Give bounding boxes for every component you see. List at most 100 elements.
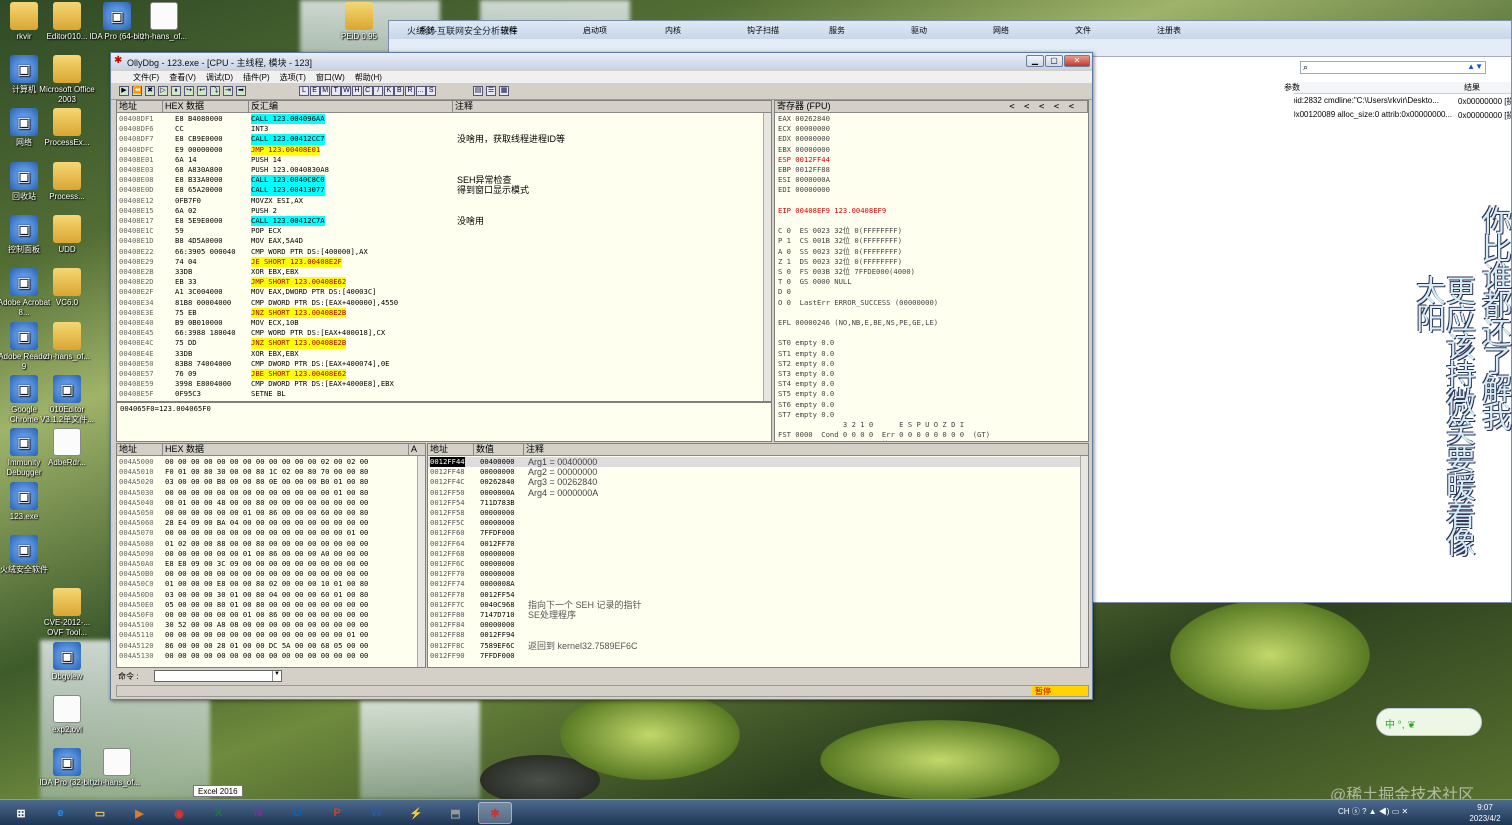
disasm-row[interactable]: 00408E5F 0F95C3 SETNE BL [117, 389, 771, 399]
ollydbg-window[interactable]: OllyDbg - 123.exe - [CPU - 主线程, 模块 - 123… [110, 52, 1093, 700]
disasm-row[interactable]: 00408E01 6A 14 PUSH 14 [117, 155, 771, 165]
desktop-icon[interactable]: zh-hans_of... [136, 2, 192, 42]
dump-row[interactable]: 004A5050 00 00 00 00 00 00 01 00 86 00 00… [117, 508, 425, 518]
toolbar-button-icon[interactable]: ⏸ [171, 86, 181, 96]
stack-pane[interactable]: 地址 数值 注释 0012FF44 00400000 Arg1 = 00400000 001… [427, 443, 1089, 668]
disasm-row[interactable]: 00408E03 68 A830A800 PUSH 123.0040830A8 [117, 165, 771, 175]
disasm-row[interactable]: 00408E2B 33DB XOR EBX,EBX [117, 267, 771, 277]
dump-row[interactable]: 004A50C0 01 00 00 00 E8 00 00 80 02 00 00… [117, 579, 425, 589]
stack-row[interactable]: 0012FF88 0012FF94 [428, 630, 1088, 640]
stack-row[interactable]: 0012FF4C 00262840 Arg3 = 00262840 [428, 477, 1088, 487]
disasm-row[interactable]: 00408E08 E8 B33A0000 CALL 123.0040C8C0 SEH异… [117, 175, 771, 186]
taskbar-item[interactable]: O [281, 802, 315, 824]
disasm-row[interactable]: 00408E12 0FB7F0 MOVZX ESI,AX [117, 196, 771, 206]
stack-row[interactable]: 0012FF6C 00000000 [428, 559, 1088, 569]
stack-row[interactable]: 0012FF48 00000000 Arg2 = 00000000 [428, 467, 1088, 477]
toolbar-option-icon[interactable]: ▦ [499, 86, 509, 96]
bg-tab[interactable]: 网络 [993, 25, 1009, 36]
dump-row[interactable]: 004A50E0 05 00 00 00 80 01 00 80 00 00 00… [117, 600, 425, 610]
toolbar-button-icon[interactable]: ⤵ [210, 86, 220, 96]
disasm-row[interactable]: 00408E15 6A 02 PUSH 2 [117, 206, 771, 216]
disasm-row[interactable]: 00408DF1 E8 B4080000 CALL 123.004096AA [117, 114, 771, 125]
taskbar-item[interactable]: ✱ [478, 802, 512, 824]
dump-row[interactable]: 004A5000 00 00 00 00 00 00 00 00 00 00 00… [117, 457, 425, 467]
disasm-row[interactable]: 00408E40 B9 0B010000 MOV ECX,10B [117, 318, 771, 328]
desktop-icon[interactable]: Process... [39, 162, 95, 202]
taskbar-item[interactable]: ⚡ [399, 802, 433, 824]
disasm-row[interactable]: 00408E22 66:3905 000040 CMP WORD PTR DS:[4… [117, 247, 771, 257]
menu-item[interactable]: 调试(D) [201, 71, 238, 83]
desktop-icon[interactable]: zh-hans_of... [39, 322, 95, 362]
toolbar-window-button[interactable]: M [320, 86, 331, 96]
taskbar-item[interactable]: X [202, 802, 236, 824]
bg-tab[interactable]: 启动项 [583, 25, 607, 36]
desktop-icon[interactable]: VC6.0 [39, 268, 95, 308]
stack-row[interactable]: 0012FF84 00000000 [428, 620, 1088, 630]
dump-row[interactable]: 004A5100 30 52 00 00 A8 08 00 00 00 00 00… [117, 620, 425, 630]
stack-row[interactable]: 0012FF80 7147D710 SE处理程序 [428, 610, 1088, 620]
taskbar-item[interactable]: N [241, 802, 275, 824]
register-nav-arrows-icon[interactable]: < < < < < [1009, 102, 1076, 112]
stack-row[interactable]: 0012FF8C 7589EF6C 返回到 kernel32.7589EF6C [428, 641, 1088, 651]
dump-row[interactable]: 004A50F0 00 00 00 00 00 00 01 00 86 00 00… [117, 610, 425, 620]
event-row[interactable]: parent_pid:2832 cmdline:"C:\Users\rkvir\… [1294, 96, 1511, 109]
disasm-col-header[interactable]: 注释 [453, 101, 771, 113]
stack-row[interactable]: 0012FF5C 00000000 [428, 518, 1088, 528]
stack-row[interactable]: 0012FF60 7FFDF000 [428, 528, 1088, 538]
disassembly-pane[interactable]: 地址 HEX 数据 反汇编 注释 00408DF1 E8 B4080000 CALL 123… [116, 100, 772, 402]
stack-row[interactable]: 0012FF50 0000000A Arg4 = 0000000A [428, 488, 1088, 498]
dump-col-header[interactable]: 地址 [117, 444, 163, 456]
maximize-button[interactable]: ▢ [1045, 55, 1063, 67]
dump-row[interactable]: 004A5080 01 02 00 00 88 00 00 80 00 00 00… [117, 539, 425, 549]
toolbar-button-icon[interactable]: ⇥ [223, 86, 233, 96]
disasm-col-header[interactable]: 地址 [117, 101, 163, 113]
bg-tab[interactable]: 进程 [501, 25, 517, 36]
desktop-icon[interactable]: ▣ 010Editor V3.1.2单文件... [39, 375, 95, 425]
menu-item[interactable]: 选项(T) [275, 71, 311, 83]
toolbar-window-button[interactable]: K [383, 86, 394, 96]
dump-row[interactable]: 004A5020 03 00 00 00 B0 00 00 80 0E 00 00… [117, 477, 425, 487]
dump-row[interactable]: 004A50B0 00 00 00 00 00 00 00 00 00 00 00… [117, 569, 425, 579]
toolbar-button-icon[interactable]: ▷ [158, 86, 168, 96]
taskbar-item[interactable]: ▭ [83, 802, 117, 824]
minimize-button[interactable]: ▁ [1026, 55, 1044, 67]
dump-row[interactable]: 004A5090 00 00 00 00 00 00 01 00 86 00 00… [117, 549, 425, 559]
dump-scrollbar[interactable] [417, 456, 425, 667]
command-input[interactable]: ▼ [154, 670, 282, 682]
stack-col-header[interactable]: 注释 [524, 444, 1088, 456]
bg-tab[interactable]: 钩子扫描 [747, 25, 779, 36]
dump-row[interactable]: 004A5110 00 00 00 00 00 00 00 00 00 00 00… [117, 630, 425, 640]
toolbar-button-icon[interactable]: ↪ [184, 86, 194, 96]
desktop-icon[interactable]: PEiD 0.95 [331, 2, 387, 42]
bg-tab[interactable]: 注册表 [1157, 25, 1181, 36]
desktop-icon[interactable]: ▣ 123.exe [0, 482, 52, 522]
toolbar-button-icon[interactable]: ⏪ [132, 86, 142, 96]
taskbar-item[interactable]: e [44, 802, 78, 824]
taskbar-item[interactable]: W [360, 802, 394, 824]
disasm-row[interactable]: 00408E50 83B8 74004000 CMP DWORD PTR DS:[E… [117, 359, 771, 369]
toolbar-window-button[interactable]: C [362, 86, 373, 96]
stack-row[interactable]: 0012FF68 00000000 [428, 549, 1088, 559]
disasm-row[interactable]: 00408E3E 75 EB JNZ SHORT 123.00408E2B [117, 307, 771, 318]
disasm-row[interactable]: 00408E1C 59 POP ECX [117, 226, 771, 236]
menu-item[interactable]: 窗口(W) [311, 71, 350, 83]
toolbar-window-button[interactable]: H [352, 86, 362, 96]
toolbar-option-icon[interactable]: ▤ [473, 86, 483, 96]
disasm-scrollbar[interactable] [763, 113, 771, 401]
desktop-icon[interactable]: ▣ 火绒安全软件 [0, 535, 52, 575]
toolbar-button-icon[interactable]: ↩ [197, 86, 207, 96]
dump-row[interactable]: 004A5010 F0 01 00 80 30 00 00 80 1C 02 00… [117, 467, 425, 477]
disasm-row[interactable]: 00408E34 81B8 00004000 CMP DWORD PTR DS:[E… [117, 298, 771, 308]
desktop-icon[interactable]: Editor010... [39, 2, 95, 42]
toolbar-window-button[interactable]: T [330, 86, 341, 96]
taskbar-item[interactable]: ▶ [123, 802, 157, 824]
disasm-row[interactable]: 00408E2F A1 3C004000 MOV EAX,DWORD PTR DS:… [117, 287, 771, 297]
bg-tab[interactable]: 服务 [829, 25, 845, 36]
disasm-col-header[interactable]: HEX 数据 [163, 101, 249, 113]
dump-row[interactable]: 004A5040 00 01 00 00 48 00 00 80 00 00 00… [117, 498, 425, 508]
toolbar-window-button[interactable]: W [341, 86, 352, 96]
desktop-icon[interactable]: ▣ IDA Pro (32-bit) [39, 748, 95, 788]
stack-scrollbar[interactable] [1080, 456, 1088, 667]
close-button[interactable]: ✕ [1064, 55, 1090, 67]
desktop-icon[interactable]: ProcessEx... [39, 108, 95, 148]
